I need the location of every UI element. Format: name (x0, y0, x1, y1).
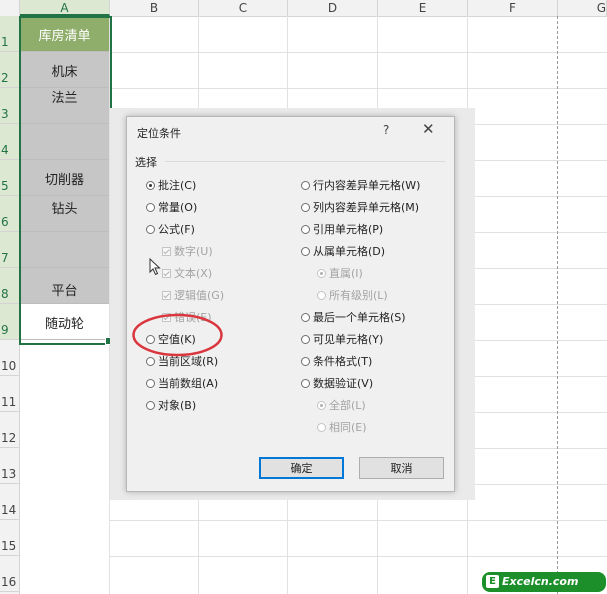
option-last-cell[interactable]: 最后一个单元格(S) (301, 310, 406, 326)
radio-icon (301, 225, 310, 234)
radio-icon (301, 357, 310, 366)
cell-a5[interactable]: 切削器 (20, 160, 109, 196)
row-header[interactable]: 4 (0, 124, 19, 160)
column-header-d[interactable]: D (288, 0, 378, 16)
row-header[interactable]: 14 (0, 484, 19, 520)
cell-a2[interactable]: 机床 (20, 52, 109, 88)
option-direct-only[interactable]: 直属(I) (317, 266, 363, 282)
option-dependents[interactable]: 从属单元格(D) (301, 244, 385, 260)
cell-a7[interactable] (20, 232, 109, 268)
checkbox-icon (162, 269, 171, 278)
radio-icon (301, 379, 310, 388)
cell-a4[interactable] (20, 124, 109, 160)
option-objects[interactable]: 对象(B) (146, 398, 196, 414)
column-header-c[interactable]: C (199, 0, 288, 16)
radio-icon (317, 401, 326, 410)
column-header-f[interactable]: F (468, 0, 558, 16)
radio-icon (301, 247, 310, 256)
mouse-pointer-icon (149, 258, 161, 276)
option-conditional-formats[interactable]: 条件格式(T) (301, 354, 372, 370)
row-header[interactable]: 1 (0, 16, 19, 52)
radio-icon (146, 181, 155, 190)
highlight-ellipse (132, 313, 223, 357)
cell-a6[interactable]: 钻头 (20, 196, 109, 232)
option-formulas[interactable]: 公式(F) (146, 222, 195, 238)
cancel-button[interactable]: 取消 (359, 457, 444, 479)
option-row-differences[interactable]: 行内容差异单元格(W) (301, 178, 420, 194)
radio-icon (146, 357, 155, 366)
row-header[interactable]: 3 (0, 88, 19, 124)
radio-icon (146, 203, 155, 212)
column-header-e[interactable]: E (378, 0, 468, 16)
page-break-line (557, 16, 558, 594)
checkbox-text[interactable]: 文本(X) (162, 266, 212, 282)
go-to-special-dialog: 定位条件 ? ✕ 选择 批注(C) 常量(O) 公式(F) 数字(U) 文本(X… (126, 116, 455, 492)
ok-button[interactable]: 确定 (259, 457, 344, 479)
checkbox-numbers[interactable]: 数字(U) (162, 244, 213, 260)
option-data-validation[interactable]: 数据验证(V) (301, 376, 373, 392)
radio-icon (146, 225, 155, 234)
help-button[interactable]: ? (383, 123, 389, 137)
option-all-levels[interactable]: 所有级别(L) (317, 288, 388, 304)
row-header[interactable]: 15 (0, 520, 19, 556)
watermark-logo: E Excelcn.com (482, 572, 606, 592)
cell-a3[interactable]: 法兰 (20, 88, 109, 124)
radio-icon (301, 313, 310, 322)
row-header[interactable]: 11 (0, 376, 19, 412)
row-header[interactable]: 5 (0, 160, 19, 196)
close-button[interactable]: ✕ (422, 120, 435, 138)
cell-a1[interactable]: 库房清单 (20, 16, 109, 52)
row-header[interactable]: 2 (0, 52, 19, 88)
option-current-array[interactable]: 当前数组(A) (146, 376, 218, 392)
column-header-bar: A B C D E F G (0, 0, 607, 17)
checkbox-icon (162, 291, 171, 300)
option-precedents[interactable]: 引用单元格(P) (301, 222, 383, 238)
option-comments[interactable]: 批注(C) (146, 178, 196, 194)
option-column-differences[interactable]: 列内容差异单元格(M) (301, 200, 419, 216)
radio-icon (301, 203, 310, 212)
option-validation-all[interactable]: 全部(L) (317, 398, 366, 414)
row-header[interactable]: 13 (0, 448, 19, 484)
e-logo-icon: E (486, 575, 499, 588)
checkbox-logicals[interactable]: 逻辑值(G) (162, 288, 224, 304)
row-header-bar: 1 2 3 4 5 6 7 8 9 10 11 12 13 14 15 16 (0, 16, 20, 594)
row-header[interactable]: 9 (0, 304, 19, 340)
row-header[interactable]: 6 (0, 196, 19, 232)
select-all-corner[interactable] (0, 0, 20, 16)
row-header[interactable]: 10 (0, 340, 19, 376)
select-group-label: 选择 (135, 156, 157, 169)
option-constants[interactable]: 常量(O) (146, 200, 197, 216)
radio-icon (146, 379, 155, 388)
radio-icon (317, 423, 326, 432)
radio-icon (301, 335, 310, 344)
column-header-a[interactable]: A (20, 0, 110, 16)
option-visible-cells[interactable]: 可见单元格(Y) (301, 332, 383, 348)
option-validation-same[interactable]: 相同(E) (317, 420, 367, 436)
checkbox-icon (162, 247, 171, 256)
cell-a8[interactable]: 平台 (20, 268, 109, 304)
cell-a9[interactable]: 随动轮 (20, 304, 109, 340)
row-header[interactable]: 12 (0, 412, 19, 448)
row-header[interactable]: 16 (0, 556, 19, 592)
radio-icon (317, 291, 326, 300)
column-header-g[interactable]: G (558, 0, 607, 16)
row-header[interactable]: 8 (0, 268, 19, 304)
row-header[interactable]: 7 (0, 232, 19, 268)
radio-icon (146, 401, 155, 410)
dialog-title: 定位条件 (137, 127, 181, 140)
radio-icon (301, 181, 310, 190)
column-header-b[interactable]: B (110, 0, 199, 16)
radio-icon (317, 269, 326, 278)
group-divider (165, 161, 445, 162)
